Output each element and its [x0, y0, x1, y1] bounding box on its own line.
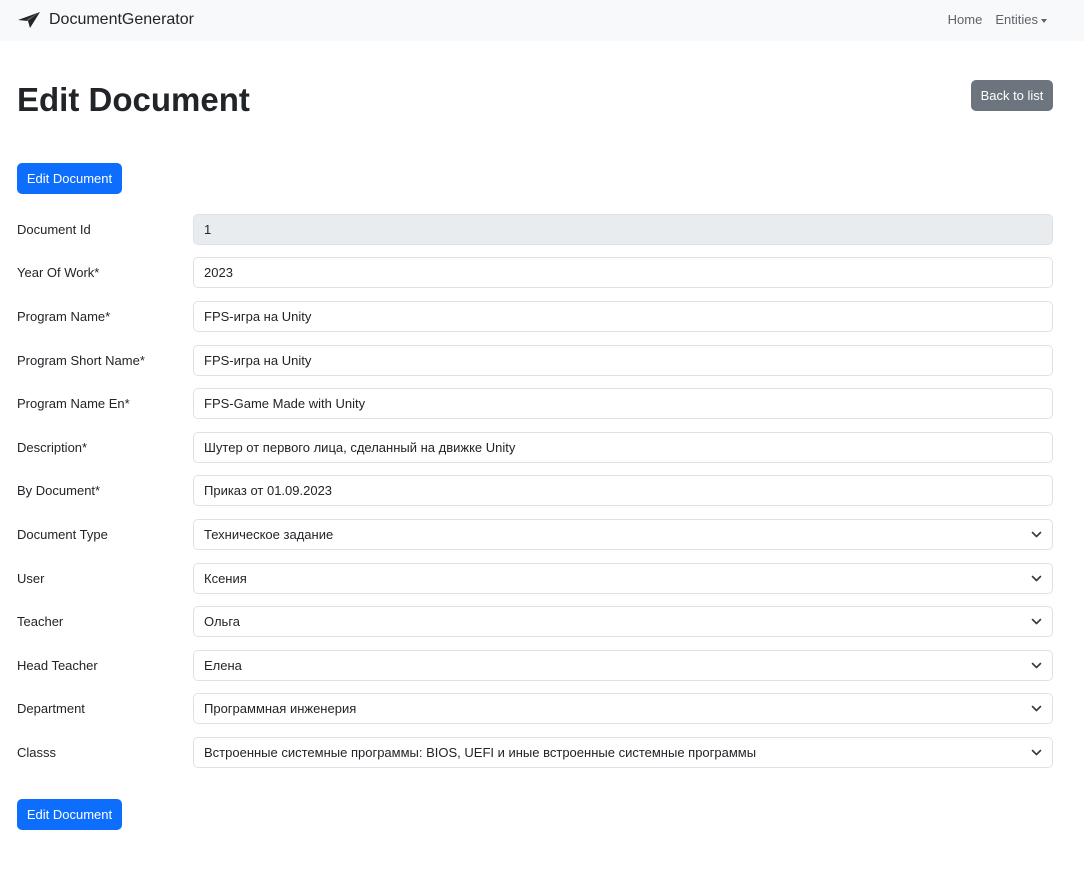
- field-value: Встроенные системные программы: BIOS, UE…: [204, 745, 757, 760]
- form-row: Department Программная инженерия: [0, 693, 1084, 724]
- text-field[interactable]: Шутер от первого лица, сделанный на движ…: [193, 432, 1053, 463]
- text-field[interactable]: Приказ от 01.09.2023: [193, 475, 1053, 506]
- field-label: Document Type: [17, 527, 108, 542]
- field-label: Teacher: [17, 614, 64, 629]
- text-field[interactable]: FPS-игра на Unity: [193, 301, 1053, 332]
- field-value: Елена: [204, 658, 242, 673]
- caret-down-icon: [1041, 18, 1047, 23]
- form-row: Document Type Техническое задание: [0, 519, 1084, 550]
- field-label: User: [17, 571, 45, 586]
- chevron-down-icon: [1031, 705, 1042, 712]
- field-value: FPS-игра на Unity: [204, 309, 312, 324]
- select-field[interactable]: Ольга: [193, 606, 1053, 637]
- field-label: Head Teacher: [17, 658, 98, 673]
- form-row: Teacher Ольга: [0, 606, 1084, 637]
- form-row: Document Id 1: [0, 214, 1084, 245]
- field-label: Description*: [17, 440, 88, 455]
- field-label: Program Name En*: [17, 396, 130, 411]
- text-field[interactable]: 2023: [193, 257, 1053, 288]
- field-label: Program Short Name*: [17, 353, 145, 368]
- field-label: Program Name*: [17, 309, 111, 324]
- field-label: By Document*: [17, 483, 101, 498]
- back-to-list-button[interactable]: Back to list: [971, 80, 1053, 111]
- chevron-down-icon: [1031, 531, 1042, 538]
- chevron-down-icon: [1031, 575, 1042, 582]
- page-title: Edit Document: [17, 81, 250, 118]
- nav-dropdown-entities[interactable]: Entities: [995, 12, 1047, 27]
- field-value: Ольга: [204, 614, 241, 629]
- field-label: Department: [17, 701, 85, 716]
- form-row: By Document* Приказ от 01.09.2023: [0, 475, 1084, 506]
- form-row: Program Name En* FPS-Game Made with Unity: [0, 388, 1084, 419]
- select-field[interactable]: Ксения: [193, 563, 1053, 594]
- text-field[interactable]: FPS-Game Made with Unity: [193, 388, 1053, 419]
- chevron-down-icon: [1031, 662, 1042, 669]
- select-field[interactable]: Елена: [193, 650, 1053, 681]
- field-value: Ксения: [204, 571, 247, 586]
- paper-plane-icon: [17, 11, 41, 29]
- chevron-down-icon: [1031, 749, 1042, 756]
- field-value: Шутер от первого лица, сделанный на движ…: [204, 440, 516, 455]
- form-row: User Ксения: [0, 563, 1084, 594]
- nav-link-home[interactable]: Home: [948, 12, 983, 27]
- navbar: DocumentGenerator Home Entities: [0, 0, 1084, 41]
- field-value: Приказ от 01.09.2023: [204, 483, 333, 498]
- text-field[interactable]: FPS-игра на Unity: [193, 345, 1053, 376]
- form-row: Year Of Work* 2023: [0, 257, 1084, 288]
- edit-document-button-top[interactable]: Edit Document: [17, 163, 122, 194]
- brand-name: DocumentGenerator: [49, 11, 194, 28]
- edit-document-button-bottom[interactable]: Edit Document: [17, 799, 122, 830]
- select-field[interactable]: Встроенные системные программы: BIOS, UE…: [193, 737, 1053, 768]
- form-row: Classs Встроенные системные программы: BI…: [0, 737, 1084, 768]
- brand[interactable]: DocumentGenerator: [17, 9, 194, 31]
- readonly-field: 1: [193, 214, 1053, 245]
- field-value: FPS-Game Made with Unity: [204, 396, 366, 411]
- nav-dropdown-entities-label: Entities: [995, 12, 1038, 27]
- select-field[interactable]: Программная инженерия: [193, 693, 1053, 724]
- field-label: Classs: [17, 745, 57, 760]
- form-row: Head Teacher Елена: [0, 650, 1084, 681]
- field-value: 2023: [204, 265, 233, 280]
- field-value: Техническое задание: [204, 527, 334, 542]
- field-value: 1: [204, 222, 212, 237]
- form-row: Description* Шутер от первого лица, сдела…: [0, 432, 1084, 463]
- form-row: Program Name* FPS-игра на Unity: [0, 301, 1084, 332]
- field-value: FPS-игра на Unity: [204, 353, 312, 368]
- field-label: Document Id: [17, 222, 91, 237]
- field-label: Year Of Work*: [17, 265, 100, 280]
- nav-links: Home Entities: [948, 12, 1047, 27]
- select-field[interactable]: Техническое задание: [193, 519, 1053, 550]
- chevron-down-icon: [1031, 618, 1042, 625]
- form-row: Program Short Name* FPS-игра на Unity: [0, 345, 1084, 376]
- field-value: Программная инженерия: [204, 701, 357, 716]
